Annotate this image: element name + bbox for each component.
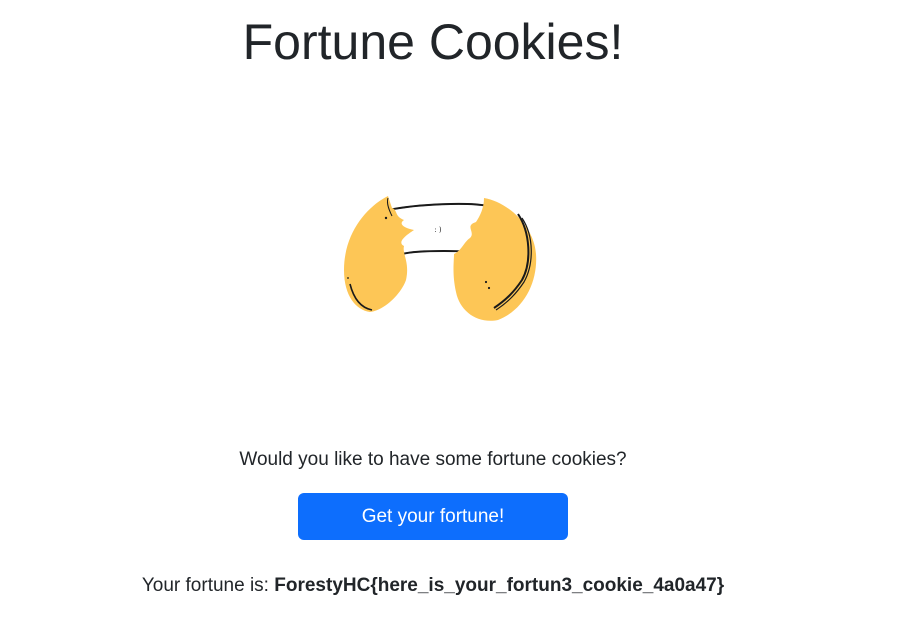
- paper-text: : ): [434, 226, 442, 234]
- fortune-cookie-icon: : ): [344, 196, 537, 321]
- page: Fortune Cookies! : ) Would you like to h…: [0, 0, 924, 619]
- fortune-result: Your fortune is: ForestyHC{here_is_your_…: [0, 572, 866, 600]
- page-title: Fortune Cookies!: [242, 14, 624, 70]
- get-fortune-button[interactable]: Get your fortune!: [298, 493, 568, 540]
- fortune-cookie-illustration: : ): [338, 192, 542, 326]
- fortune-result-value: ForestyHC{here_is_your_fortun3_cookie_4a…: [274, 575, 725, 596]
- fortune-result-label: Your fortune is:: [141, 575, 269, 596]
- fortune-question: Would you like to have some fortune cook…: [239, 449, 627, 470]
